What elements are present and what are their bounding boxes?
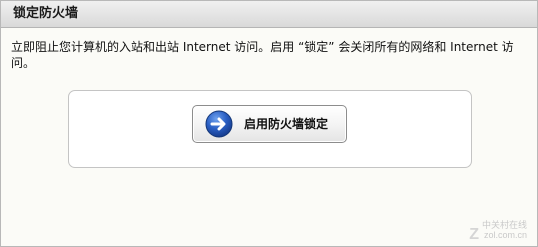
- watermark: Z 中关村在线 zol.com.cn: [469, 220, 527, 243]
- enable-firewall-lock-label: 启用防火墙锁定: [244, 117, 329, 131]
- watermark-line1: 中关村在线: [481, 220, 527, 230]
- enable-firewall-lock-button[interactable]: 启用防火墙锁定: [192, 105, 347, 143]
- panel-header: 锁定防火墙: [1, 1, 537, 28]
- panel-description: 立即阻止您计算机的入站和出站 Internet 访问。启用 “锁定” 会关闭所有…: [11, 40, 514, 70]
- firewall-lock-panel: 锁定防火墙 立即阻止您计算机的入站和出站 Internet 访问。启用 “锁定”…: [0, 0, 538, 247]
- panel-title: 锁定防火墙: [13, 6, 79, 21]
- lock-action-box: 启用防火墙锁定: [68, 90, 472, 168]
- arrow-right-circle-icon: [205, 110, 233, 138]
- watermark-logo-icon: Z: [469, 226, 479, 243]
- watermark-line2: zol.com.cn: [483, 230, 527, 240]
